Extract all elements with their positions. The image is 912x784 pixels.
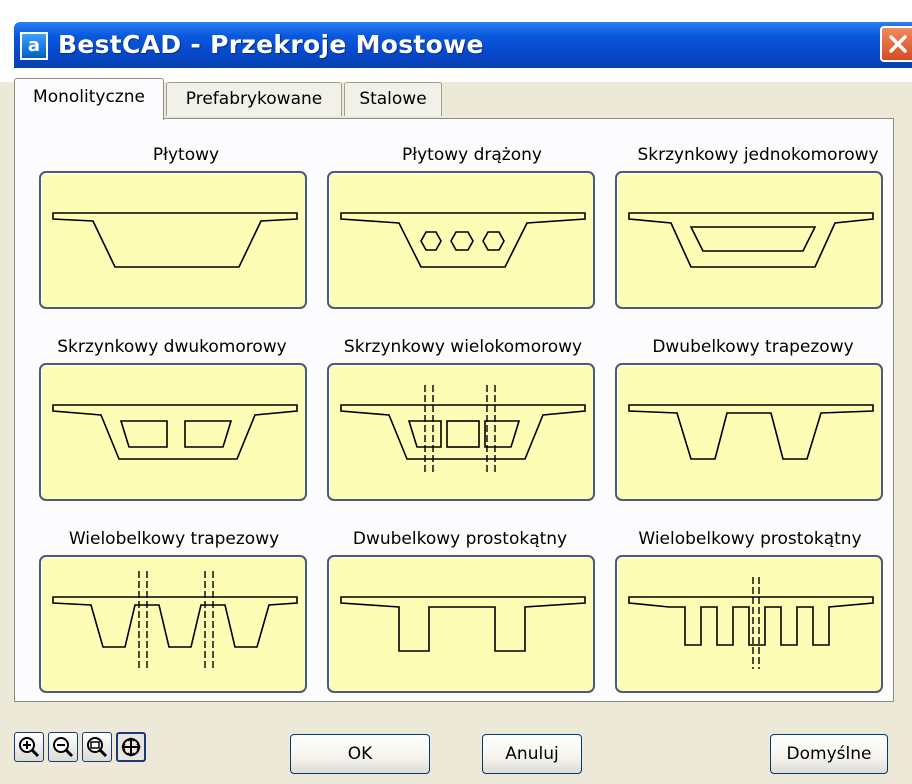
dwubelkowy-trapezowy-diagram [628, 404, 874, 460]
ok-button[interactable]: OK [290, 734, 430, 774]
tab-prefabrykowane[interactable]: Prefabrykowane [166, 82, 342, 116]
tab-strip: Monolityczne Prefabrykowane Stalowe [14, 78, 894, 120]
section-dwubelkowy-trapezowy[interactable] [615, 363, 883, 501]
section-skrzynkowy-jednokomorowy[interactable] [615, 171, 883, 309]
zoom-out-icon [53, 737, 74, 758]
window-title: BestCAD - Przekroje Mostowe [58, 30, 484, 59]
section-skrzynkowy-dwukomorowy[interactable] [39, 363, 307, 501]
plytowy-diagram [52, 212, 298, 268]
section-label-skrzynkowy-wielokomorowy: Skrzynkowy wielokomorowy [343, 337, 583, 357]
zoom-in-icon [19, 737, 40, 758]
defaults-button[interactable]: Domyślne [770, 734, 888, 774]
skrzynkowy-dwukomorowy-diagram [52, 404, 298, 460]
section-plytowy[interactable] [39, 171, 307, 309]
section-label-plytowy-drazony: Płytowy drążony [402, 145, 542, 165]
title-bar: a BestCAD - Przekroje Mostowe [0, 0, 912, 82]
section-label-skrzynkowy-dwukomorowy: Skrzynkowy dwukomorowy [57, 337, 287, 357]
close-button[interactable] [880, 26, 912, 62]
section-label-dwubelkowy-trapezowy: Dwubelkowy trapezowy [652, 337, 854, 357]
skrzynkowy-jednokomorowy-diagram [628, 212, 874, 268]
section-label-dwubelkowy-prostokatny: Dwubelkowy prostokątny [352, 529, 568, 549]
plytowy-drazony-diagram [340, 212, 586, 268]
section-plytowy-drazony[interactable] [327, 171, 595, 309]
zoom-window-button[interactable] [82, 732, 112, 762]
zoom-window-icon [87, 737, 108, 758]
section-label-wielobelkowy-prostokatny: Wielobelkowy prostokątny [638, 529, 862, 549]
dwubelkowy-prostokatny-diagram [340, 596, 586, 652]
wielobelkowy-prostokatny-diagram [628, 577, 874, 669]
zoom-out-button[interactable] [48, 732, 78, 762]
tab-monolityczne[interactable]: Monolityczne [14, 78, 164, 120]
close-icon [889, 35, 907, 53]
wielobelkowy-trapezowy-diagram [52, 571, 298, 671]
tab-panel: Płytowy Płytowy drążony Skrzynkowy jedno… [14, 118, 894, 702]
section-label-plytowy: Płytowy [152, 145, 220, 165]
zoom-in-button[interactable] [14, 732, 44, 762]
section-label-skrzynkowy-jednokomorowy: Skrzynkowy jednokomorowy [637, 145, 879, 165]
section-skrzynkowy-wielokomorowy[interactable] [327, 363, 595, 501]
cancel-button[interactable]: Anuluj [482, 734, 582, 774]
dialog-window: a BestCAD - Przekroje Mostowe Monolitycz… [0, 0, 912, 784]
pan-icon [121, 737, 141, 757]
section-dwubelkowy-prostokatny[interactable] [327, 555, 595, 693]
app-icon[interactable]: a [20, 32, 48, 60]
section-label-wielobelkowy-trapezowy: Wielobelkowy trapezowy [68, 529, 280, 549]
tab-stalowe[interactable]: Stalowe [344, 82, 442, 116]
skrzynkowy-wielokomorowy-diagram [340, 385, 586, 475]
section-wielobelkowy-trapezowy[interactable] [39, 555, 307, 693]
pan-button[interactable] [116, 732, 146, 762]
section-wielobelkowy-prostokatny[interactable] [615, 555, 883, 693]
